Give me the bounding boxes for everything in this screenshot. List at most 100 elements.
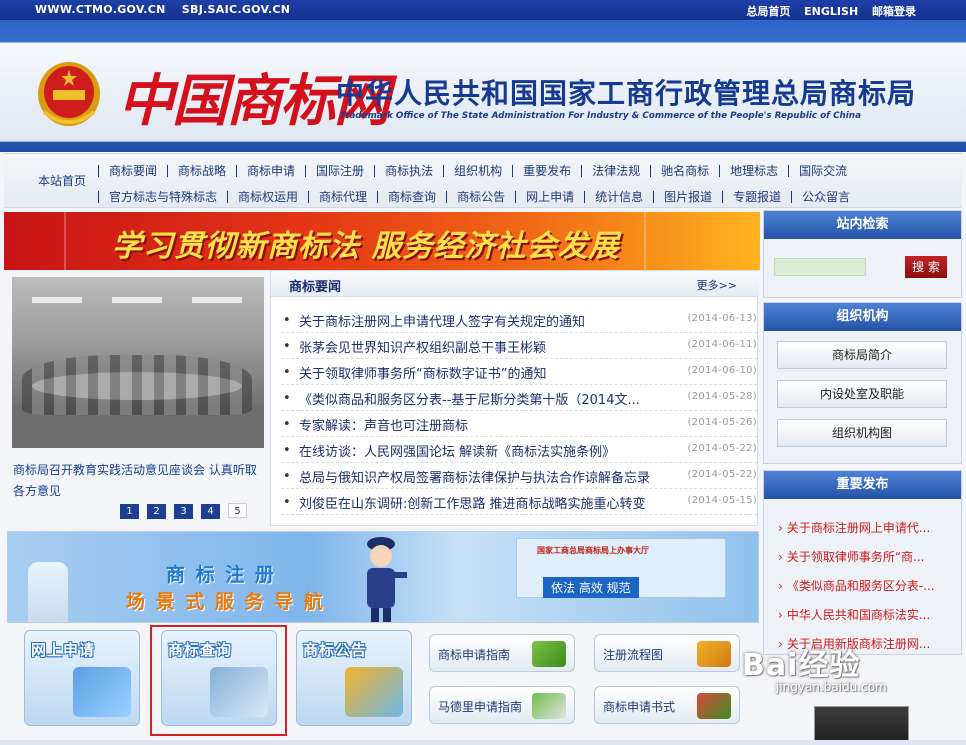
nav-item[interactable]: 网上申请 (515, 191, 584, 203)
nav-item[interactable]: 商标公告 (446, 191, 515, 203)
banner-highlight (644, 212, 646, 270)
news-item[interactable]: • 关于领取律师事务所“商标数字证书”的通知 (2014-06-10) (281, 359, 757, 385)
news-list: • 关于商标注册网上申请代理人签字有关规定的通知 (2014-06-13) • 张茅会… (281, 307, 757, 515)
watermark-brand: Bai经验 (742, 648, 861, 683)
nav-item[interactable]: 国际交流 (788, 165, 857, 177)
nav-home[interactable]: 本站首页 (38, 172, 86, 189)
news-item[interactable]: • 总局与俄知识产权局签署商标法律保护与执法合作谅解备忘录 (2014-05-22) (281, 463, 757, 489)
guide-subtitle: 场 景 式 服 务 导 航 (126, 591, 325, 613)
ctmo-link[interactable]: WWW.CTMO.GOV.CN (35, 3, 166, 16)
release-item[interactable]: › 《类似商品和服务区分表-... (778, 577, 935, 594)
release-link[interactable]: 中华人民共和国商标法实... (787, 608, 930, 622)
nav-item[interactable]: 组织机构 (443, 165, 512, 177)
news-link[interactable]: 总局与俄知识产权局签署商标法律保护与执法合作谅解备忘录 (299, 467, 650, 486)
nav-item[interactable]: 重要发布 (512, 165, 581, 177)
news-more-link[interactable]: 更多>> (697, 277, 737, 293)
nav-item[interactable]: 统计信息 (584, 191, 653, 203)
hall-slogan: 依法 高效 规范 (543, 577, 639, 598)
nav-item[interactable]: 商标执法 (374, 165, 443, 177)
search-input[interactable] (774, 258, 866, 276)
search-button[interactable]: 搜 索 (905, 256, 947, 278)
news-link[interactable]: 在线访谈：人民网强国论坛 解读新《商标法实施条例》 (299, 441, 615, 460)
flow-chart-button[interactable]: 注册流程图 (594, 634, 740, 672)
nav-item[interactable]: 驰名商标 (650, 165, 719, 177)
saic-home-link[interactable]: 总局首页 (746, 5, 790, 18)
nav-item[interactable]: 国际注册 (305, 165, 374, 177)
trademark-announcement-tile[interactable]: 商标公告 (296, 630, 412, 726)
news-item[interactable]: • 关于商标注册网上申请代理人签字有关规定的通知 (2014-06-13) (281, 307, 757, 333)
flowchart-icon (697, 641, 731, 667)
news-date: (2014-05-26) (687, 417, 757, 428)
banner-highlight (64, 212, 66, 270)
nav-item[interactable]: 专题报道 (722, 191, 791, 203)
news-date: (2014-06-11) (687, 339, 757, 350)
english-link[interactable]: ENGLISH (804, 5, 858, 18)
bullet: • (283, 443, 291, 458)
madrid-guide-button[interactable]: 马德里申请指南 (429, 686, 575, 724)
nav-item[interactable]: 商标要闻 (98, 165, 167, 177)
bullet: • (283, 391, 291, 406)
org-chart-button[interactable]: 组织机构图 (777, 419, 947, 447)
news-item[interactable]: • 在线访谈：人民网强国论坛 解读新《商标法实施条例》 (2014-05-22) (281, 437, 757, 463)
news-date: (2014-05-22) (687, 469, 757, 480)
release-link[interactable]: 《类似商品和服务区分表-... (787, 579, 935, 593)
online-apply-tile[interactable]: 网上申请 (24, 630, 140, 726)
ceiling-light (192, 297, 242, 303)
saic-link[interactable]: SBJ.SAIC.GOV.CN (182, 3, 291, 16)
nav-item[interactable]: 商标申请 (236, 165, 305, 177)
nav-item[interactable]: 商标权运用 (227, 191, 308, 203)
release-link[interactable]: 关于领取律师事务所“商... (787, 550, 925, 564)
application-form-button[interactable]: 商标申请书式 (594, 686, 740, 724)
form-icon (697, 693, 731, 719)
apply-guide-button[interactable]: 商标申请指南 (429, 634, 575, 672)
news-item[interactable]: • 刘俊臣在山东调研:创新工作思路 推进商标战略实施重心转变 (2014-05-15… (281, 489, 757, 515)
top-bar: WWW.CTMO.GOV.CN SBJ.SAIC.GOV.CN 总局首页 ENG… (0, 0, 966, 20)
pager-button[interactable]: 1 (120, 504, 139, 519)
nav-item[interactable]: 商标战略 (167, 165, 236, 177)
laptop-icon (73, 667, 131, 717)
news-link[interactable]: 张茅会见世界知识产权组织副总干事王彬颖 (299, 337, 546, 356)
nav-row-2: 官方标志与特殊标志 商标权运用 商标代理 商标查询 商标公告 网上申请 统计信息 图片报道 专题… (98, 190, 860, 208)
news-item[interactable]: • 《类似商品和服务区分表--基于尼斯分类第十版（2014文... (2014-05… (281, 385, 757, 411)
nav-item[interactable]: 法律法规 (581, 165, 650, 177)
bottom-divider (0, 740, 966, 745)
nav-item[interactable]: 官方标志与特殊标志 (98, 191, 227, 203)
news-link[interactable]: 关于领取律师事务所“商标数字证书”的通知 (299, 363, 546, 382)
meeting-people (22, 355, 252, 415)
photo-caption[interactable]: 商标局召开教育实践活动意见座谈会 认真听取各方意见 (13, 460, 263, 502)
nav-item[interactable]: 图片报道 (653, 191, 722, 203)
button-label: 商标申请指南 (438, 648, 511, 662)
news-link[interactable]: 《类似商品和服务区分表--基于尼斯分类第十版（2014文... (299, 389, 640, 408)
nav-item[interactable]: 地理标志 (719, 165, 788, 177)
pager-button[interactable]: 2 (147, 504, 166, 519)
nav-item[interactable]: 公众留言 (791, 191, 860, 203)
release-link[interactable]: 关于商标注册网上申请代... (787, 521, 930, 535)
nav-row-1: 商标要闻 商标战略 商标申请 国际注册 商标执法 组织机构 重要发布 法律法规 驰名商标 地理标志… (98, 164, 857, 182)
mail-login-link[interactable]: 邮箱登录 (872, 5, 916, 18)
news-link[interactable]: 专家解读：声音也可注册商标 (299, 415, 468, 434)
pen-icon (532, 693, 566, 719)
news-date: (2014-05-15) (687, 495, 757, 506)
org-departments-button[interactable]: 内设处室及职能 (777, 380, 947, 408)
news-link[interactable]: 刘俊臣在山东调研:创新工作思路 推进商标战略实施重心转变 (299, 493, 646, 512)
pager-button[interactable]: 4 (201, 504, 220, 519)
release-item[interactable]: › 关于领取律师事务所“商... (778, 548, 924, 565)
arrow-icon: › (778, 608, 783, 622)
news-item[interactable]: • 专家解读：声音也可注册商标 (2014-05-26) (281, 411, 757, 437)
pager-button[interactable]: 3 (174, 504, 193, 519)
nav-item[interactable]: 商标查询 (377, 191, 446, 203)
release-item[interactable]: › 关于商标注册网上申请代... (778, 519, 930, 536)
slogan-banner[interactable]: 学习贯彻新商标法 服务经济社会发展 (4, 212, 760, 270)
page: WWW.CTMO.GOV.CN SBJ.SAIC.GOV.CN 总局首页 ENG… (0, 0, 966, 745)
org-intro-button[interactable]: 商标局简介 (777, 341, 947, 369)
hall-title: 国家工商总局商标局上办事大厅 (537, 546, 649, 555)
news-item[interactable]: • 张茅会见世界知识产权组织副总干事王彬颖 (2014-06-11) (281, 333, 757, 359)
service-guide-banner[interactable]: 商 标 注 册 场 景 式 服 务 导 航 国家工商总局商标局上办事大厅 依法 … (7, 531, 759, 623)
news-link[interactable]: 关于商标注册网上申请代理人签字有关规定的通知 (299, 311, 585, 330)
news-photo[interactable] (12, 277, 264, 448)
arrow-icon: › (778, 579, 783, 593)
release-item[interactable]: › 中华人民共和国商标法实... (778, 606, 930, 623)
nav-item[interactable]: 商标代理 (308, 191, 377, 203)
pager-button-active[interactable]: 5 (228, 503, 247, 518)
photo-pager: 12345 (120, 503, 255, 519)
